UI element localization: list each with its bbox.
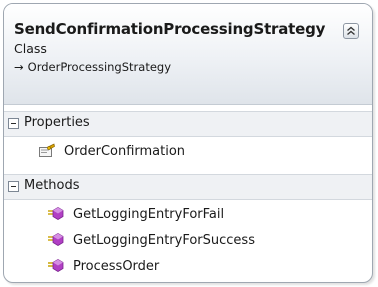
- inheritance-arrow-icon: →: [14, 60, 24, 74]
- method-label: GetLoggingEntryForSuccess: [73, 233, 255, 248]
- properties-label: Properties: [24, 115, 90, 130]
- class-name[interactable]: SendConfirmationProcessingStrategy: [14, 20, 325, 38]
- property-label: OrderConfirmation: [64, 144, 186, 159]
- method-icon: [48, 258, 66, 278]
- method-item[interactable]: GetLoggingEntryForSuccess: [4, 231, 372, 251]
- collapse-toggle-icon[interactable]: [8, 118, 19, 129]
- collapse-button[interactable]: [343, 23, 359, 39]
- methods-label: Methods: [24, 178, 80, 193]
- class-header: SendConfirmationProcessingStrategy Class…: [4, 4, 372, 105]
- method-item[interactable]: GetLoggingEntryForFail: [4, 205, 372, 225]
- class-kind: Class: [14, 41, 47, 56]
- collapse-toggle-icon[interactable]: [8, 181, 19, 192]
- base-class-name: OrderProcessingStrategy: [27, 60, 172, 74]
- base-class: → OrderProcessingStrategy: [14, 60, 171, 74]
- method-item[interactable]: ProcessOrder: [4, 257, 372, 277]
- method-label: ProcessOrder: [73, 259, 160, 274]
- properties-section-header[interactable]: Properties: [4, 111, 372, 137]
- chevron-up-double-icon: [347, 26, 355, 35]
- class-shape[interactable]: SendConfirmationProcessingStrategy Class…: [3, 3, 373, 283]
- property-icon: [38, 143, 56, 164]
- methods-section-header[interactable]: Methods: [4, 174, 372, 200]
- property-item[interactable]: OrderConfirmation: [4, 142, 372, 162]
- method-label: GetLoggingEntryForFail: [73, 207, 225, 222]
- method-icon: [48, 232, 66, 252]
- method-icon: [48, 206, 66, 226]
